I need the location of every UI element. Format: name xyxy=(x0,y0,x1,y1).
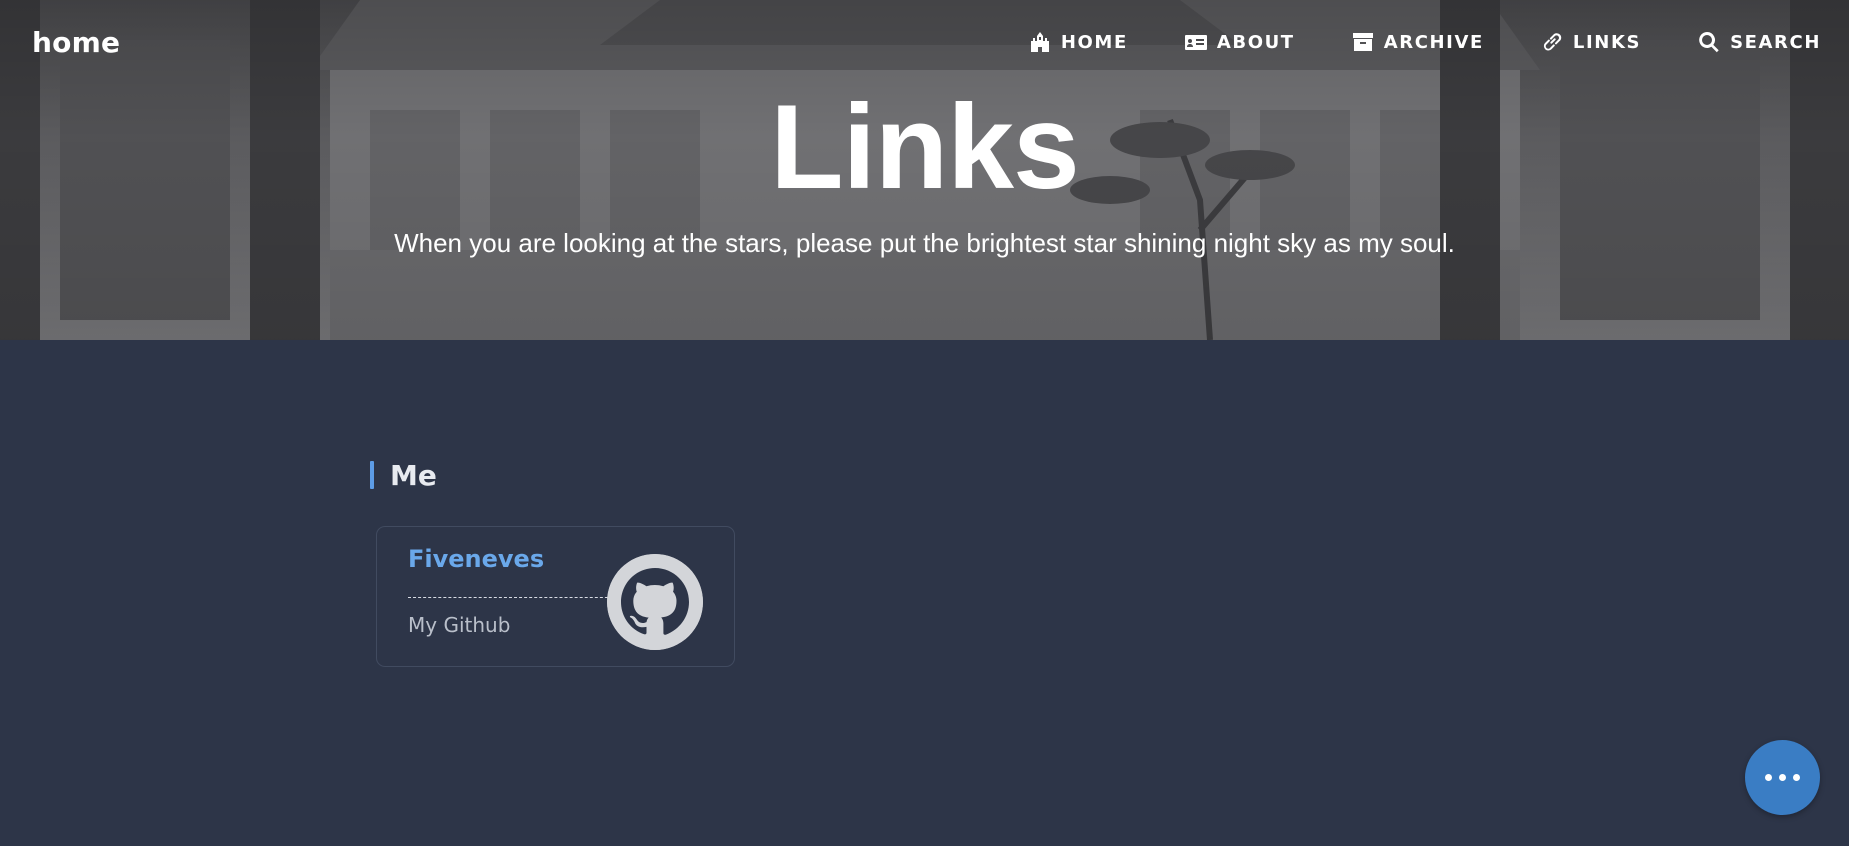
nav-item-archive[interactable]: ARCHIVE xyxy=(1351,30,1484,54)
page-subtitle: When you are looking at the stars, pleas… xyxy=(394,228,1455,258)
nav-item-about[interactable]: ABOUT xyxy=(1184,30,1295,54)
nav-item-about-label: ABOUT xyxy=(1216,31,1295,53)
id-card-icon xyxy=(1184,30,1208,54)
link-card-description: My Github xyxy=(408,613,511,637)
hero-banner: home HOME ABOUT ARCHIVE LINKS SEARCH Lin… xyxy=(0,0,1849,340)
section-heading-accent-bar xyxy=(370,461,374,489)
link-icon xyxy=(1540,30,1564,54)
main-nav: HOME ABOUT ARCHIVE LINKS SEARCH xyxy=(972,30,1821,54)
page-title: Links xyxy=(770,80,1079,214)
more-dots-dot xyxy=(1793,774,1800,781)
link-card-fiveneves[interactable]: Fiveneves My Github xyxy=(376,526,735,667)
site-brand-link[interactable]: home xyxy=(32,26,120,59)
section-heading-label: Me xyxy=(390,458,437,492)
more-dots-dot xyxy=(1765,774,1772,781)
more-dots-icon xyxy=(1765,774,1800,781)
nav-item-links-label: LINKS xyxy=(1572,31,1642,53)
nav-item-home-label: HOME xyxy=(1060,31,1128,53)
archive-box-icon xyxy=(1351,30,1375,54)
nav-item-archive-label: ARCHIVE xyxy=(1383,31,1484,53)
nav-item-links[interactable]: LINKS xyxy=(1540,30,1641,54)
link-card-divider xyxy=(408,597,618,598)
link-card-name: Fiveneves xyxy=(408,545,545,573)
nav-item-search[interactable]: SEARCH xyxy=(1697,30,1821,54)
search-icon xyxy=(1697,30,1721,54)
github-icon xyxy=(607,554,703,650)
main-content: Me Fiveneves My Github xyxy=(0,340,1849,846)
floating-menu-button[interactable] xyxy=(1745,740,1820,815)
nav-item-search-label: SEARCH xyxy=(1730,31,1821,53)
section-heading: Me xyxy=(370,458,437,492)
more-dots-dot xyxy=(1779,774,1786,781)
castle-icon xyxy=(1028,30,1052,54)
nav-item-home[interactable]: HOME xyxy=(1028,30,1128,54)
